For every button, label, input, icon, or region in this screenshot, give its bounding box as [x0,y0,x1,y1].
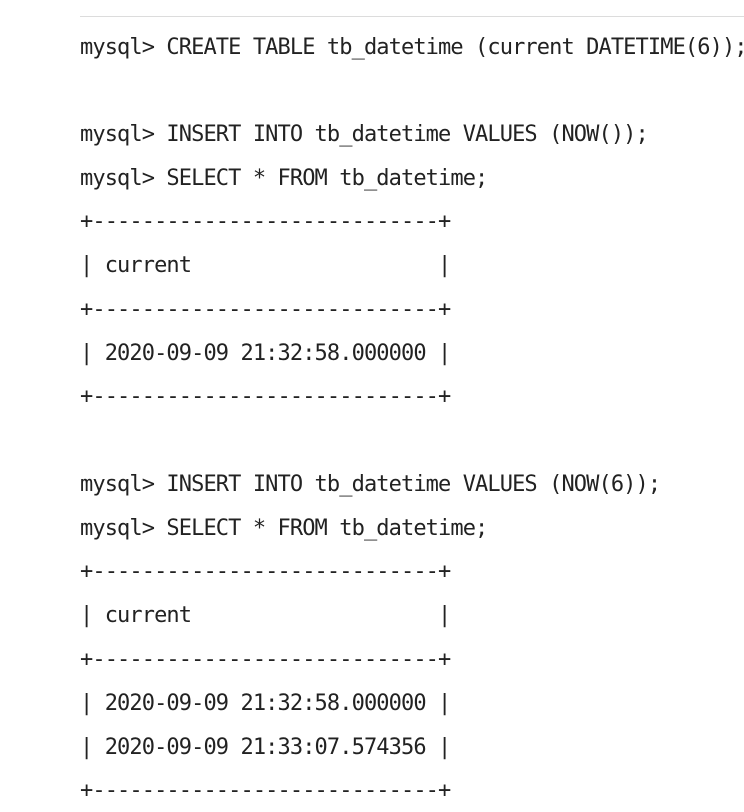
table-header-1: | current | [80,253,451,278]
table-border-bottom-1: +----------------------------+ [80,384,451,409]
select-command-1: mysql> SELECT * FROM tb_datetime; [80,166,488,191]
mysql-session-code-block: mysql> CREATE TABLE tb_datetime (current… [80,0,744,812]
insert-command-1: mysql> INSERT INTO tb_datetime VALUES (N… [80,122,649,147]
table-border-bottom-2: +----------------------------+ [80,778,451,803]
table-row-2-2: | 2020-09-09 21:33:07.574356 | [80,735,451,760]
table-header-2: | current | [80,603,451,628]
table-row-2-1: | 2020-09-09 21:32:58.000000 | [80,691,451,716]
table-border-mid-1: +----------------------------+ [80,297,451,322]
table-border-top-1: +----------------------------+ [80,209,451,234]
table-row-1-1: | 2020-09-09 21:32:58.000000 | [80,341,451,366]
table-border-mid-2: +----------------------------+ [80,647,451,672]
select-command-2: mysql> SELECT * FROM tb_datetime; [80,516,488,541]
insert-command-2: mysql> INSERT INTO tb_datetime VALUES (N… [80,472,661,497]
create-table-command: mysql> CREATE TABLE tb_datetime (current… [80,35,744,60]
table-border-top-2: +----------------------------+ [80,559,451,584]
